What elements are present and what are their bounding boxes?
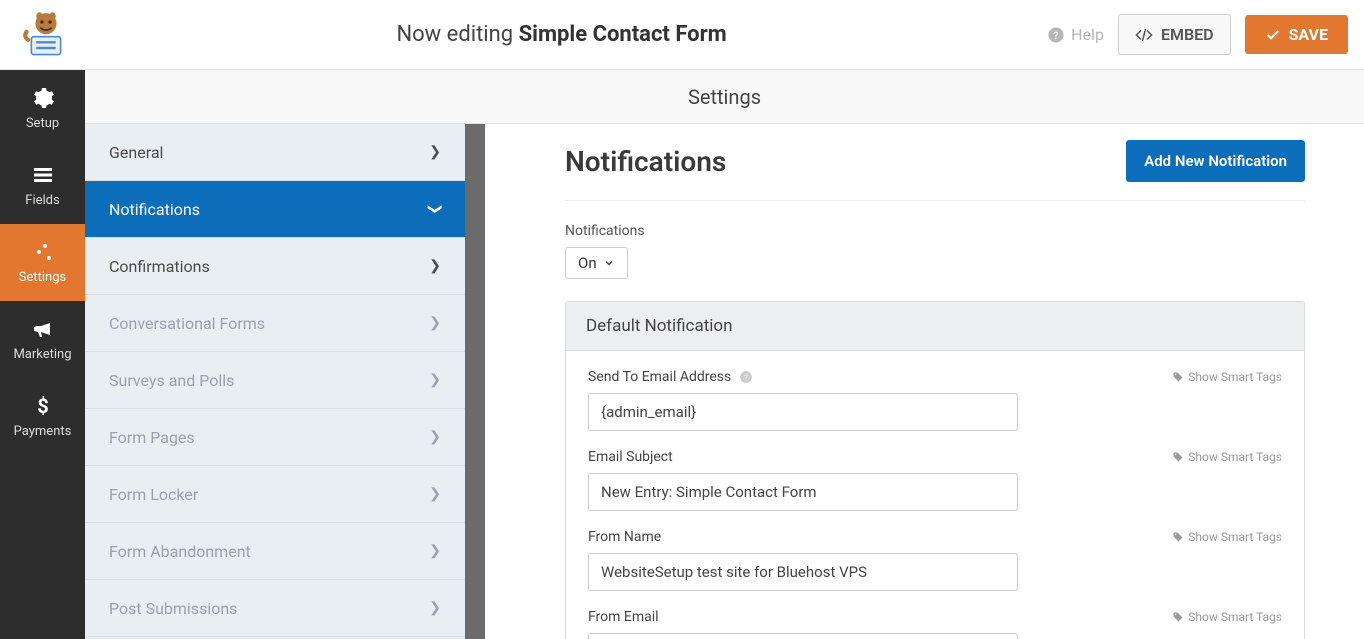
sliders-icon bbox=[31, 240, 55, 264]
editing-prefix: Now editing bbox=[396, 22, 518, 47]
sidebar-item-form-abandonment[interactable]: Form Abandonment❯ bbox=[85, 523, 465, 580]
show-smart-tags-link[interactable]: Show Smart Tags bbox=[1172, 370, 1282, 384]
rail-label: Marketing bbox=[13, 347, 71, 362]
topbar-actions: ? Help EMBED SAVE bbox=[1047, 14, 1348, 55]
chevron-right-icon: ❯ bbox=[429, 486, 441, 502]
subject-label: Email Subject bbox=[588, 449, 673, 465]
subject-input[interactable] bbox=[588, 473, 1018, 511]
save-label: SAVE bbox=[1289, 25, 1328, 44]
tag-icon bbox=[1172, 371, 1184, 383]
from-name-label: From Name bbox=[588, 529, 661, 545]
svg-text:?: ? bbox=[1054, 28, 1059, 41]
add-notification-button[interactable]: Add New Notification bbox=[1126, 140, 1305, 182]
tag-icon bbox=[1172, 611, 1184, 623]
help-link[interactable]: ? Help bbox=[1047, 25, 1104, 44]
rail-label: Fields bbox=[25, 193, 59, 208]
sidebar-item-confirmations[interactable]: Confirmations❯ bbox=[85, 238, 465, 295]
notifications-toggle-label: Notifications bbox=[565, 223, 1305, 239]
main-content: Notifications Add New Notification Notif… bbox=[505, 124, 1364, 639]
chevron-right-icon: ❯ bbox=[429, 315, 441, 331]
gear-icon bbox=[31, 86, 55, 110]
notifications-toggle[interactable]: On bbox=[565, 247, 628, 279]
chevron-down-icon: ❯ bbox=[427, 203, 443, 215]
send-to-label: Send To Email Address bbox=[588, 369, 731, 385]
rail-item-setup[interactable]: Setup bbox=[0, 70, 85, 147]
chevron-right-icon: ❯ bbox=[429, 429, 441, 445]
from-email-label: From Email bbox=[588, 609, 659, 625]
help-label: Help bbox=[1071, 25, 1104, 44]
rail-item-marketing[interactable]: Marketing bbox=[0, 301, 85, 378]
rail-item-payments[interactable]: $ Payments bbox=[0, 378, 85, 455]
from-name-input[interactable] bbox=[588, 553, 1018, 591]
toggle-value: On bbox=[578, 254, 597, 272]
rail-item-fields[interactable]: Fields bbox=[0, 147, 85, 224]
sidebar-item-form-locker[interactable]: Form Locker❯ bbox=[85, 466, 465, 523]
left-rail: Setup Fields Settings Marketing $ Paymen… bbox=[0, 70, 85, 639]
tag-icon bbox=[1172, 531, 1184, 543]
sidebar-item-notifications[interactable]: Notifications❯ bbox=[85, 181, 465, 238]
save-button[interactable]: SAVE bbox=[1245, 15, 1348, 54]
tag-icon bbox=[1172, 451, 1184, 463]
form-name: Simple Contact Form bbox=[519, 22, 727, 47]
sidebar-item-post-submissions[interactable]: Post Submissions❯ bbox=[85, 580, 465, 637]
chevron-down-icon bbox=[603, 257, 615, 269]
chevron-right-icon: ❯ bbox=[429, 144, 441, 160]
bullhorn-icon bbox=[31, 317, 55, 341]
page-header: Notifications Add New Notification bbox=[565, 140, 1305, 201]
dollar-icon: $ bbox=[31, 394, 55, 418]
rail-label: Setup bbox=[26, 116, 59, 131]
notification-panel: Default Notification Send To Email Addre… bbox=[565, 301, 1305, 639]
wpforms-logo bbox=[16, 7, 76, 63]
show-smart-tags-link[interactable]: Show Smart Tags bbox=[1172, 450, 1282, 464]
rail-item-settings[interactable]: Settings bbox=[0, 224, 85, 301]
section-title: Settings bbox=[688, 85, 761, 109]
chevron-right-icon: ❯ bbox=[429, 543, 441, 559]
embed-label: EMBED bbox=[1161, 25, 1214, 44]
sidebar-item-conversational-forms[interactable]: Conversational Forms❯ bbox=[85, 295, 465, 352]
svg-text:?: ? bbox=[744, 373, 748, 382]
section-header: Settings bbox=[85, 70, 1364, 124]
topbar: Now editing Simple Contact Form ? Help E… bbox=[0, 0, 1364, 70]
settings-sidebar[interactable]: General❯ Notifications❯ Confirmations❯ C… bbox=[85, 124, 485, 639]
sidebar-item-surveys-polls[interactable]: Surveys and Polls❯ bbox=[85, 352, 465, 409]
rail-label: Payments bbox=[14, 424, 72, 439]
sidebar-item-general[interactable]: General❯ bbox=[85, 124, 465, 181]
embed-button[interactable]: EMBED bbox=[1118, 14, 1231, 55]
show-smart-tags-link[interactable]: Show Smart Tags bbox=[1172, 530, 1282, 544]
chevron-right-icon: ❯ bbox=[429, 600, 441, 616]
chevron-right-icon: ❯ bbox=[429, 258, 441, 274]
from-email-input[interactable] bbox=[588, 633, 1018, 639]
rail-label: Settings bbox=[19, 270, 66, 285]
show-smart-tags-link[interactable]: Show Smart Tags bbox=[1172, 610, 1282, 624]
panel-title: Default Notification bbox=[566, 302, 1304, 351]
chevron-right-icon: ❯ bbox=[429, 372, 441, 388]
svg-text:$: $ bbox=[37, 394, 48, 418]
help-icon[interactable]: ? bbox=[739, 370, 753, 384]
page-title: Notifications bbox=[565, 145, 726, 178]
list-icon bbox=[31, 163, 55, 187]
editing-title: Now editing Simple Contact Form bbox=[76, 22, 1047, 47]
sidebar-item-form-pages[interactable]: Form Pages❯ bbox=[85, 409, 465, 466]
send-to-input[interactable] bbox=[588, 393, 1018, 431]
